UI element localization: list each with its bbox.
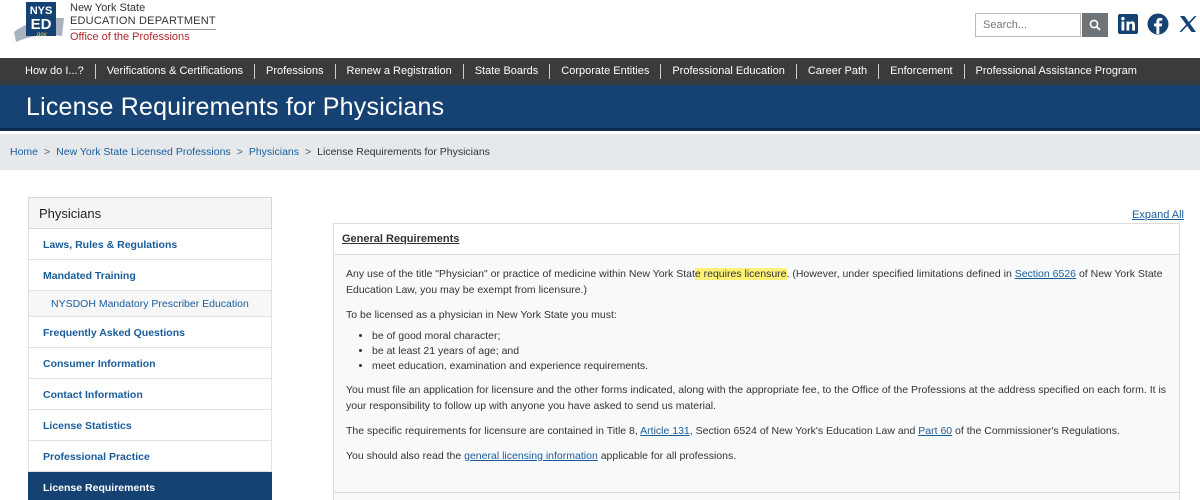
page-title-bar: License Requirements for Physicians [0,85,1200,131]
sidebar: Physicians Laws, Rules & Regulations Man… [28,197,272,500]
sidebar-item-faq[interactable]: Frequently Asked Questions [28,317,272,348]
nav-renew-registration[interactable]: Renew a Registration [336,64,464,79]
expand-all-link[interactable]: Expand All [1132,209,1184,221]
nav-career-path[interactable]: Career Path [797,64,880,79]
sidebar-item-nysdoh-prescriber[interactable]: NYSDOH Mandatory Prescriber Education [28,291,272,317]
breadcrumb-current: License Requirements for Physicians [317,146,490,158]
sidebar-item-mandated-training[interactable]: Mandated Training [28,260,272,291]
breadcrumb-separator: > [236,146,243,158]
paragraph-must: To be licensed as a physician in New Yor… [346,309,617,321]
sidebar-item-professional-practice[interactable]: Professional Practice [28,441,272,472]
paragraph-title-use: Any use of the title "Physician" or prac… [346,268,1163,296]
breadcrumb-separator: > [305,146,312,158]
nav-corporate-entities[interactable]: Corporate Entities [550,64,662,79]
nysed-logo[interactable]: NYS ED .gov [12,2,66,42]
nav-state-boards[interactable]: State Boards [464,64,551,79]
nav-professions[interactable]: Professions [255,64,336,79]
nav-how-do-i[interactable]: How do I...? [14,64,96,79]
breadcrumb-licensed-professions[interactable]: New York State Licensed Professions [56,146,231,158]
logo-badge-mid: ED [31,16,52,33]
logo-line-department: EDUCATION DEPARTMENT [70,15,216,30]
article-131-link[interactable]: Article 131 [640,425,690,437]
search-icon [1089,19,1101,31]
x-icon[interactable] [1176,12,1200,36]
linkedin-icon[interactable] [1116,12,1140,36]
sidebar-heading: Physicians [28,197,272,229]
list-item: meet education, examination and experien… [372,359,1167,374]
search-input[interactable]: Search... [975,13,1081,37]
search-button[interactable] [1082,13,1108,37]
nav-verifications[interactable]: Verifications & Certifications [96,64,256,79]
panel-divider [334,492,1179,493]
nav-professional-assistance[interactable]: Professional Assistance Program [965,64,1148,79]
accordion-general-requirements: General Requirements Any use of the titl… [333,223,1180,500]
section-6526-link[interactable]: Section 6526 [1015,268,1076,280]
highlighted-text: e requires licensure [694,268,787,280]
breadcrumb-separator: > [44,146,51,158]
part-60-link[interactable]: Part 60 [918,425,952,437]
facebook-icon[interactable] [1146,12,1170,36]
requirements-list: be of good moral character; be at least … [372,329,1167,374]
sidebar-item-license-statistics[interactable]: License Statistics [28,410,272,441]
breadcrumb: Home > New York State Licensed Professions… [0,134,1200,170]
sidebar-item-consumer-info[interactable]: Consumer Information [28,348,272,379]
logo-text[interactable]: New York State EDUCATION DEPARTMENT Offi… [70,2,216,44]
paragraph-general-info: You should also read the general licensi… [346,450,737,462]
paragraph-specific-requirements: The specific requirements for licensure … [346,425,1120,437]
sidebar-item-contact-info[interactable]: Contact Information [28,379,272,410]
general-licensing-info-link[interactable]: general licensing information [464,450,598,462]
page-title: License Requirements for Physicians [26,93,445,121]
breadcrumb-home[interactable]: Home [10,146,38,158]
nav-professional-education[interactable]: Professional Education [661,64,797,79]
logo-line-office: Office of the Professions [70,31,190,43]
breadcrumb-physicians[interactable]: Physicians [249,146,299,158]
site-header: NYS ED .gov New York State EDUCATION DEP… [0,0,1200,58]
sidebar-item-license-requirements[interactable]: License Requirements [28,472,272,500]
logo-line-state: New York State [70,2,146,14]
logo-badge-bottom: .gov [35,32,46,38]
nav-enforcement[interactable]: Enforcement [879,64,965,79]
list-item: be at least 21 years of age; and [372,344,1167,359]
accordion-header-general-requirements[interactable]: General Requirements [334,224,1179,255]
accordion-body: Any use of the title "Physician" or prac… [334,255,1179,484]
list-item: be of good moral character; [372,329,1167,344]
paragraph-application: You must file an application for licensu… [346,384,1167,412]
main-nav: How do I...? Verifications & Certificati… [0,58,1200,85]
sidebar-item-laws-rules[interactable]: Laws, Rules & Regulations [28,229,272,260]
